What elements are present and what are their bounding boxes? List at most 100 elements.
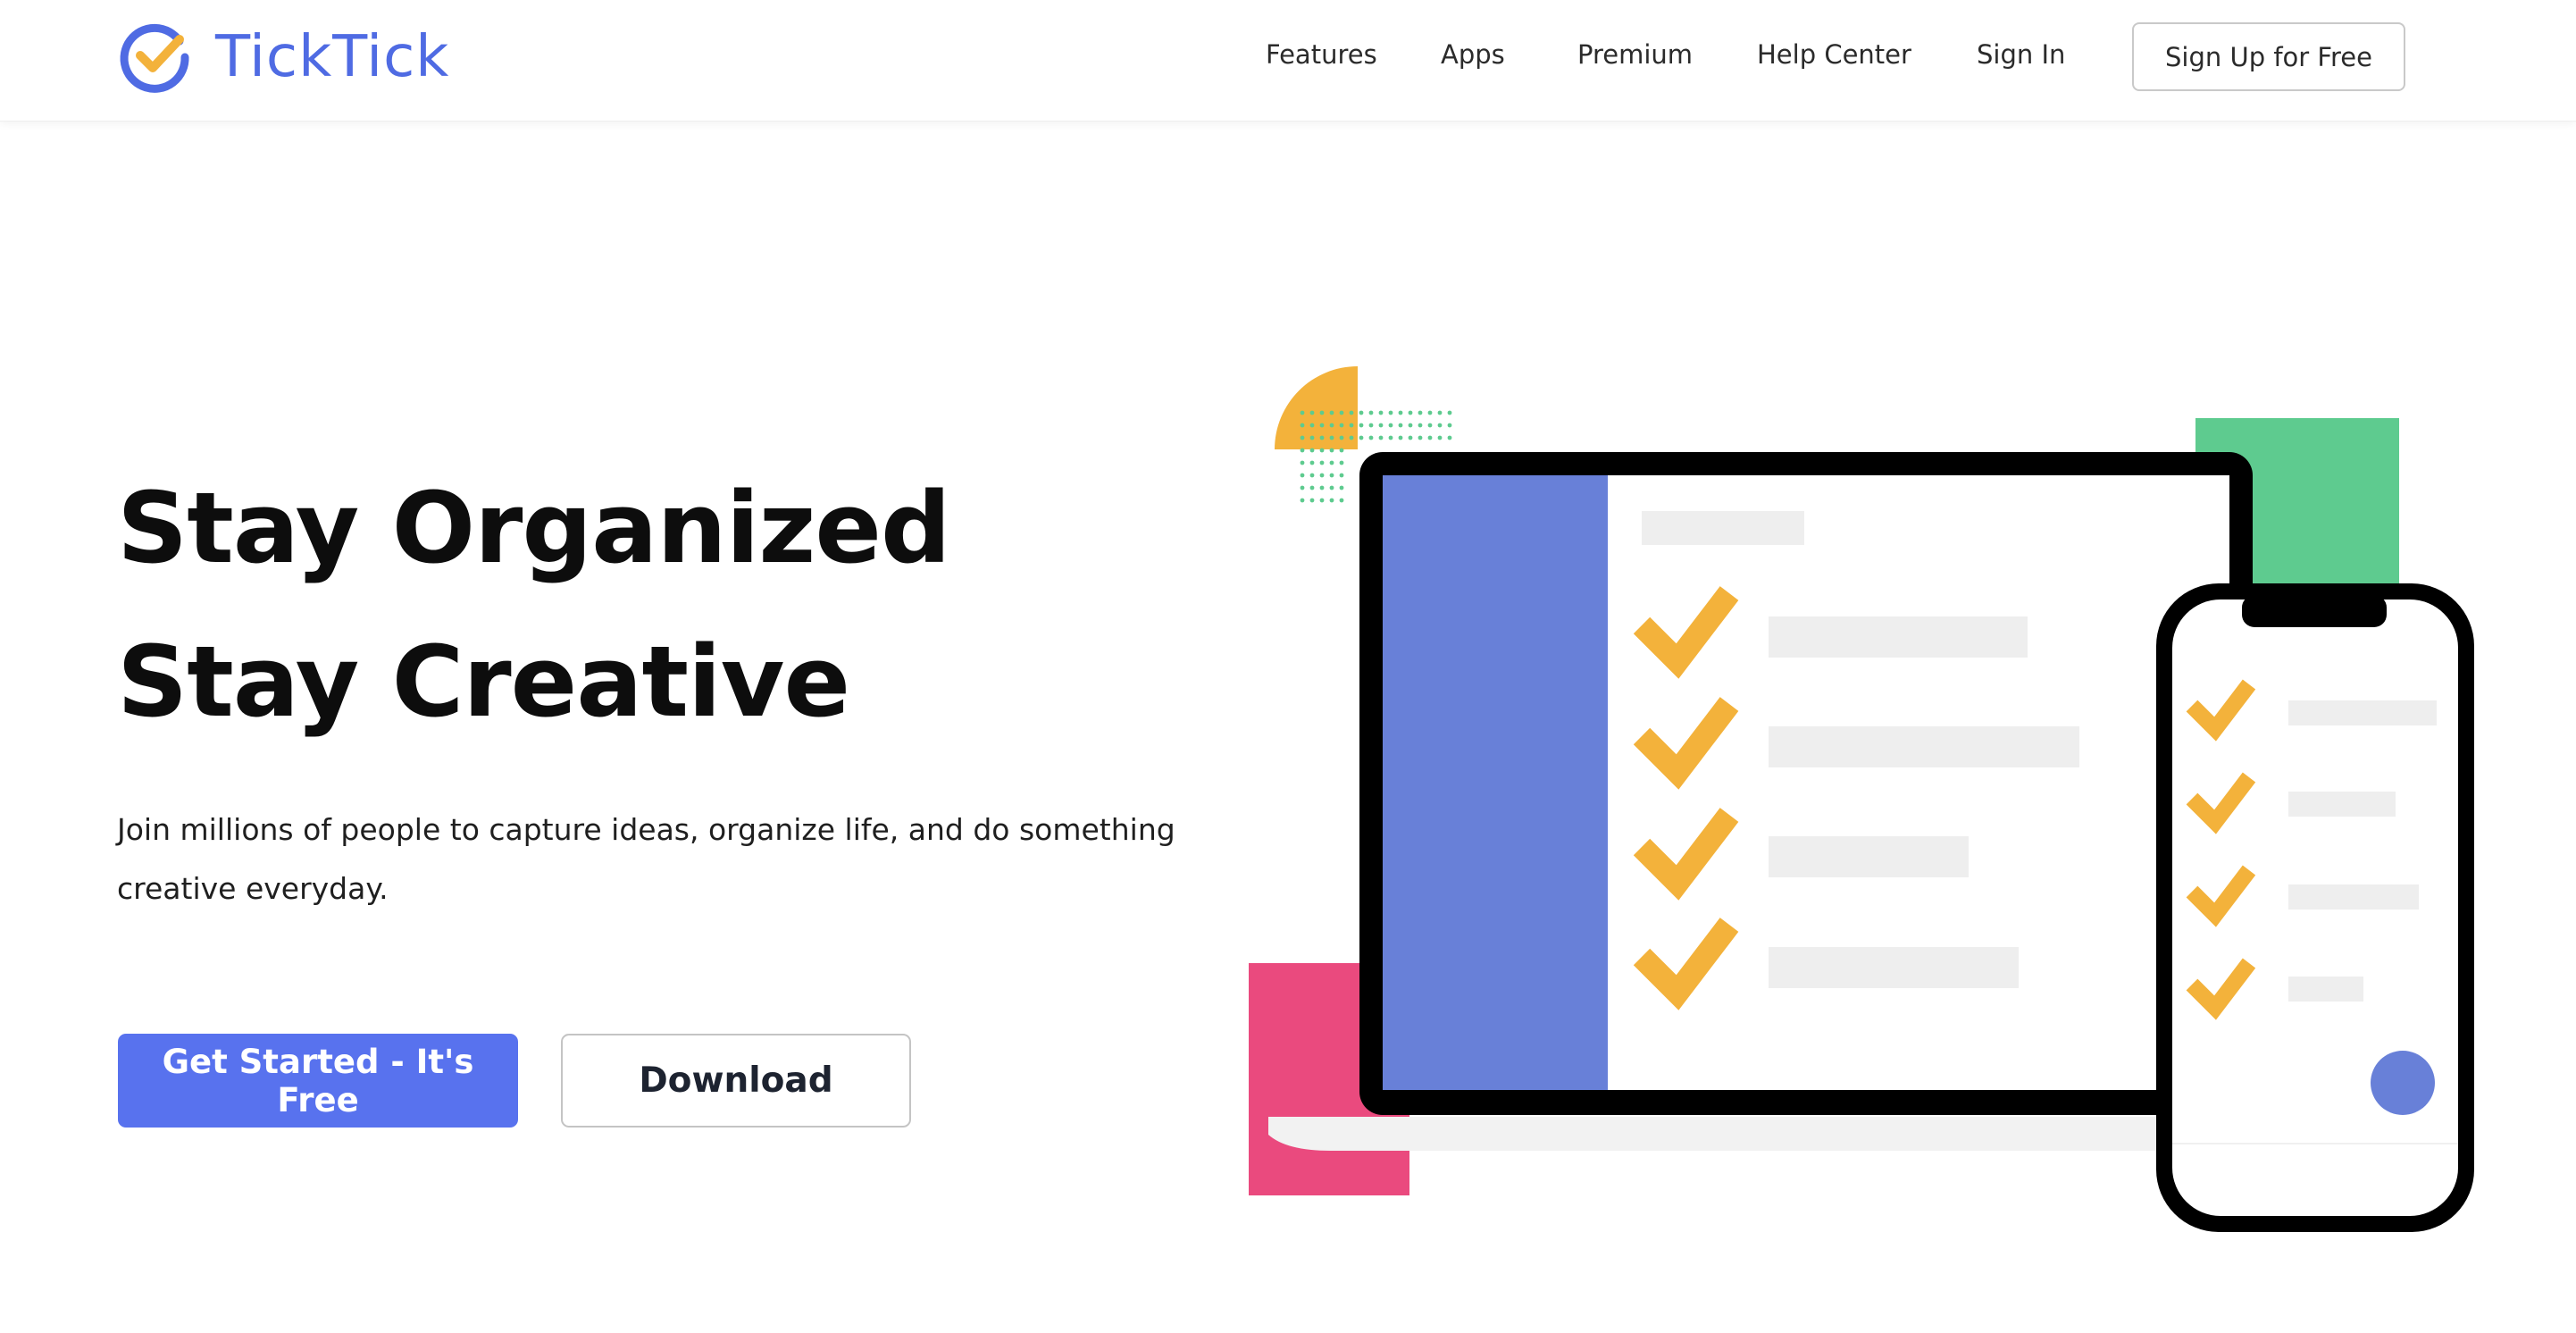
dot <box>1309 410 1315 415</box>
task-placeholder <box>1769 836 1969 877</box>
task-placeholder <box>1769 616 2028 658</box>
dot <box>1418 410 1423 415</box>
dot <box>1339 460 1344 465</box>
dot <box>1319 473 1325 478</box>
dot <box>1408 423 1413 428</box>
dot <box>1427 435 1433 440</box>
laptop-sidebar <box>1383 475 1608 1090</box>
dot <box>1368 435 1374 440</box>
dot <box>1300 485 1305 490</box>
nav-link-help-center[interactable]: Help Center <box>1757 39 1911 70</box>
dot <box>1427 410 1433 415</box>
dot <box>1368 423 1374 428</box>
nav-link-premium[interactable]: Premium <box>1577 39 1693 70</box>
dot <box>1388 423 1393 428</box>
dot <box>1319 448 1325 453</box>
dot <box>1388 435 1393 440</box>
dot <box>1309 485 1315 490</box>
dot <box>1300 410 1305 415</box>
dot <box>1427 423 1433 428</box>
dot <box>1309 423 1315 428</box>
ticktick-check-circle-icon <box>120 23 189 93</box>
dot <box>1349 410 1354 415</box>
dot <box>1329 460 1334 465</box>
nav-link-sign-in[interactable]: Sign In <box>1977 39 2065 70</box>
dot <box>1300 435 1305 440</box>
dot <box>1388 410 1393 415</box>
dot <box>1398 423 1403 428</box>
dot <box>1319 498 1325 503</box>
hero-subtitle: Join millions of people to capture ideas… <box>117 801 1225 918</box>
dot <box>1329 423 1334 428</box>
dot <box>1339 498 1344 503</box>
dot <box>1329 485 1334 490</box>
dot <box>1398 435 1403 440</box>
dot <box>1378 410 1384 415</box>
dot <box>1339 410 1344 415</box>
hero-subtitle-line-1: Join millions of people to capture ideas… <box>117 812 1175 847</box>
dot <box>1329 473 1334 478</box>
dot <box>1329 448 1334 453</box>
hero-title-line-1: Stay Organized <box>117 471 951 585</box>
nav-link-apps[interactable]: Apps <box>1441 39 1505 70</box>
dot <box>1329 498 1334 503</box>
nav-link-features[interactable]: Features <box>1266 39 1377 70</box>
dot <box>1447 410 1452 415</box>
dot <box>1408 410 1413 415</box>
dot <box>1437 410 1443 415</box>
dot <box>1359 410 1364 415</box>
dot <box>1378 435 1384 440</box>
hero-title-line-2: Stay Creative <box>117 625 850 739</box>
task-placeholder <box>2288 700 2437 725</box>
laptop-base <box>1268 1117 2197 1151</box>
dot <box>1300 460 1305 465</box>
signup-button[interactable]: Sign Up for Free <box>2132 22 2405 91</box>
dot <box>1339 435 1344 440</box>
dot <box>1408 435 1413 440</box>
dot <box>1418 435 1423 440</box>
dot <box>1447 435 1452 440</box>
brand-logo[interactable]: TickTick <box>117 20 449 95</box>
dot <box>1418 423 1423 428</box>
dot <box>1339 473 1344 478</box>
dot <box>1349 423 1354 428</box>
fab-add-button <box>2371 1051 2435 1115</box>
get-started-button[interactable]: Get Started - It's Free <box>118 1034 518 1128</box>
dot <box>1447 423 1452 428</box>
dot <box>1300 498 1305 503</box>
dot <box>1359 435 1364 440</box>
dot <box>1398 410 1403 415</box>
dot <box>1300 448 1305 453</box>
dot <box>1368 410 1374 415</box>
hero-title: Stay Organized Stay Creative <box>117 451 1100 759</box>
hero-illustration <box>1249 366 2474 1232</box>
task-placeholder <box>2288 884 2419 910</box>
dot <box>1319 460 1325 465</box>
dot <box>1359 423 1364 428</box>
dot <box>1339 423 1344 428</box>
dot <box>1378 423 1384 428</box>
dot <box>1309 498 1315 503</box>
dot <box>1319 423 1325 428</box>
download-button[interactable]: Download <box>561 1034 911 1128</box>
task-placeholder <box>2288 977 2363 1002</box>
dot <box>1309 448 1315 453</box>
dot <box>1437 423 1443 428</box>
dot <box>1437 435 1443 440</box>
brand-name: TickTick <box>215 24 450 90</box>
dot <box>1349 435 1354 440</box>
dot <box>1309 473 1315 478</box>
dot <box>1300 423 1305 428</box>
orange-quarter-circle-shape <box>1275 366 1358 449</box>
dot <box>1329 435 1334 440</box>
task-placeholder <box>2288 792 2396 817</box>
dot <box>1339 485 1344 490</box>
dot <box>1309 435 1315 440</box>
task-placeholder <box>1769 947 2019 988</box>
dot <box>1329 410 1334 415</box>
dot <box>1300 473 1305 478</box>
dot <box>1319 435 1325 440</box>
dot <box>1319 485 1325 490</box>
dot <box>1319 410 1325 415</box>
site-header: TickTick Features Apps Premium Help Cent… <box>0 0 2576 122</box>
